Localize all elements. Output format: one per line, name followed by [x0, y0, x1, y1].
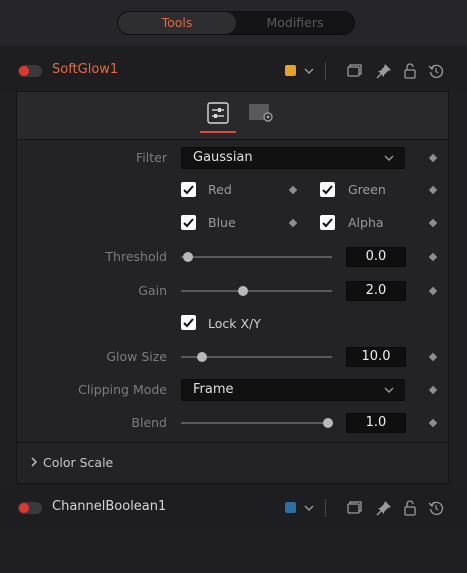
keyframe-diamond[interactable]: [428, 185, 438, 195]
gain-label: Gain: [138, 283, 167, 298]
glow-size-slider-thumb[interactable]: [197, 352, 207, 362]
keyframe-diamond[interactable]: [428, 418, 438, 428]
gain-value-field[interactable]: 2.0: [346, 281, 406, 301]
lock-xy-label: Lock X/Y: [208, 316, 261, 331]
window-icon[interactable]: [346, 63, 362, 79]
red-checkbox[interactable]: [181, 182, 196, 197]
chevron-down-icon[interactable]: [304, 503, 314, 513]
divider: [325, 62, 326, 80]
clipping-mode-dropdown[interactable]: Frame: [181, 379, 405, 401]
inspector-panel: Filter Gaussian Red Green Blue Alpha Thr…: [16, 91, 449, 484]
chevron-down-icon: [384, 387, 394, 393]
gain-slider-thumb[interactable]: [238, 286, 248, 296]
chevron-down-icon[interactable]: [304, 66, 314, 76]
controls-tab-icon[interactable]: [205, 101, 231, 125]
color-swatch[interactable]: [285, 502, 296, 513]
keyframe-diamond[interactable]: [428, 153, 438, 163]
chevron-down-icon: [384, 155, 394, 161]
filter-label: Filter: [136, 150, 167, 165]
node-name: ChannelBoolean1: [52, 499, 167, 514]
color-swatch[interactable]: [285, 65, 296, 76]
inspector-tabs: [17, 92, 448, 140]
threshold-value-field[interactable]: 0.0: [346, 247, 406, 267]
blend-slider-thumb[interactable]: [323, 418, 333, 428]
node-enable-toggle[interactable]: [18, 502, 42, 514]
chevron-right-icon[interactable]: [29, 455, 39, 469]
filter-value: Gaussian: [193, 150, 253, 165]
blend-slider-track[interactable]: [181, 422, 332, 424]
glow-size-label: Glow Size: [106, 349, 167, 364]
node-enable-toggle[interactable]: [18, 65, 42, 77]
blend-value-field[interactable]: 1.0: [346, 413, 406, 433]
threshold-slider-track[interactable]: [181, 256, 332, 258]
red-label: Red: [208, 182, 232, 197]
reset-icon[interactable]: [428, 500, 444, 516]
clipping-mode-label: Clipping Mode: [78, 382, 167, 397]
active-tab-indicator: [200, 131, 236, 133]
pin-icon[interactable]: [376, 500, 392, 516]
node-name: SoftGlow1: [52, 62, 119, 77]
tab-modifiers[interactable]: Modifiers: [236, 12, 354, 34]
blue-label: Blue: [208, 215, 236, 230]
keyframe-diamond[interactable]: [428, 218, 438, 228]
keyframe-diamond[interactable]: [288, 218, 298, 228]
tab-tools[interactable]: Tools: [118, 12, 236, 34]
lock-icon[interactable]: [402, 500, 418, 516]
keyframe-diamond[interactable]: [288, 185, 298, 195]
divider: [325, 499, 326, 517]
window-icon[interactable]: [346, 500, 362, 516]
reset-icon[interactable]: [428, 63, 444, 79]
keyframe-diamond[interactable]: [428, 352, 438, 362]
green-label: Green: [348, 182, 386, 197]
tools-modifiers-switch: Tools Modifiers: [117, 11, 355, 35]
color-scale-label: Color Scale: [43, 455, 114, 470]
threshold-slider-thumb[interactable]: [183, 252, 193, 262]
color-scale-section[interactable]: Color Scale: [17, 442, 448, 483]
keyframe-diamond[interactable]: [428, 385, 438, 395]
node-header-softglow[interactable]: SoftGlow1: [0, 50, 467, 92]
clipping-mode-value: Frame: [193, 382, 234, 397]
keyframe-diamond[interactable]: [428, 286, 438, 296]
lock-xy-checkbox[interactable]: [181, 315, 196, 330]
keyframe-diamond[interactable]: [428, 252, 438, 262]
lock-icon[interactable]: [402, 63, 418, 79]
glow-size-value-field[interactable]: 10.0: [346, 347, 406, 367]
node-header-channelboolean[interactable]: ChannelBoolean1: [0, 487, 467, 529]
top-bar: Tools Modifiers: [0, 0, 467, 46]
blend-label: Blend: [131, 415, 167, 430]
gain-slider-track[interactable]: [181, 290, 332, 292]
filter-dropdown[interactable]: Gaussian: [181, 147, 405, 169]
blue-checkbox[interactable]: [181, 215, 196, 230]
pin-icon[interactable]: [376, 63, 392, 79]
alpha-label: Alpha: [348, 215, 384, 230]
threshold-label: Threshold: [105, 249, 167, 264]
alpha-checkbox[interactable]: [320, 215, 335, 230]
green-checkbox[interactable]: [320, 182, 335, 197]
settings-tab-icon[interactable]: [248, 102, 276, 124]
